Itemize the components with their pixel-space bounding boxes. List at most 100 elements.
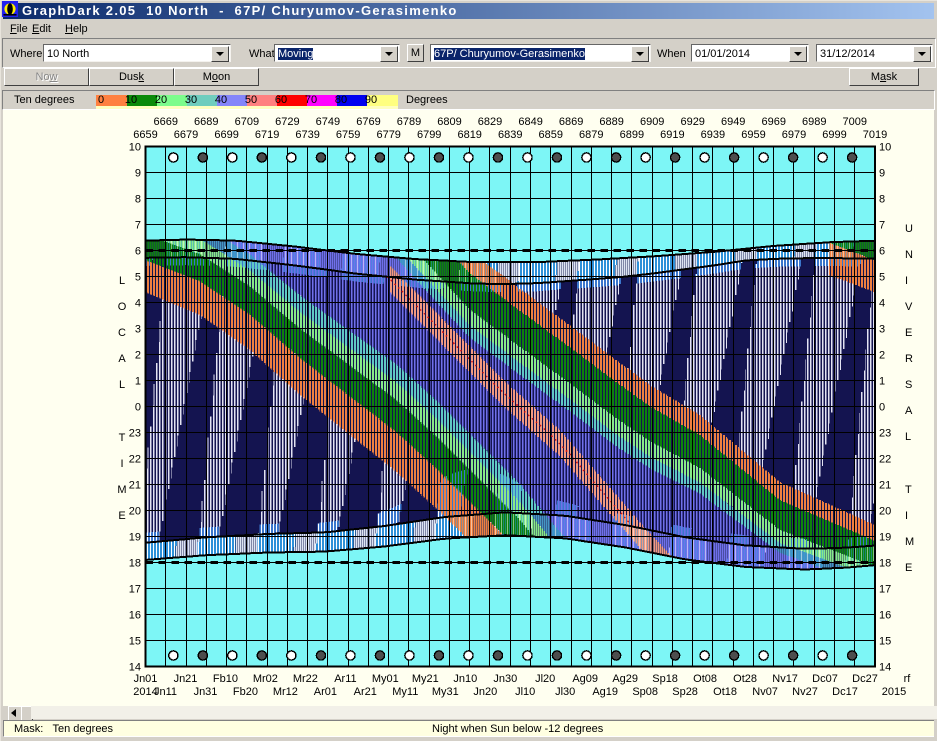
svg-text:M: M [905,536,914,548]
svg-text:23: 23 [129,428,141,440]
svg-text:6: 6 [879,246,885,258]
svg-text:17: 17 [129,584,141,596]
svg-text:Mr12: Mr12 [273,686,298,698]
svg-text:Jl10: Jl10 [515,686,535,698]
svg-text:6809: 6809 [437,116,461,128]
svg-text:Jn30: Jn30 [493,673,517,685]
svg-text:A: A [905,405,913,417]
svg-text:6989: 6989 [802,116,826,128]
svg-text:6679: 6679 [174,129,198,141]
svg-text:2: 2 [879,350,885,362]
svg-text:Fb20: Fb20 [233,686,258,698]
svg-text:6749: 6749 [316,116,340,128]
svg-text:6919: 6919 [660,129,684,141]
svg-text:8: 8 [135,194,141,206]
svg-text:3: 3 [135,324,141,336]
svg-text:10: 10 [129,142,141,154]
svg-text:2015: 2015 [882,686,906,698]
svg-text:Dc27: Dc27 [852,673,878,685]
svg-text:E: E [905,562,912,574]
svg-text:16: 16 [879,610,891,622]
svg-text:Jn01: Jn01 [134,673,158,685]
svg-text:Jn31: Jn31 [194,686,218,698]
svg-text:9: 9 [879,168,885,180]
svg-text:My31: My31 [432,686,459,698]
svg-text:6939: 6939 [701,129,725,141]
svg-text:4: 4 [879,298,885,310]
svg-text:6959: 6959 [741,129,765,141]
svg-text:7: 7 [135,220,141,232]
svg-text:Ag19: Ag19 [592,686,618,698]
svg-text:8: 8 [879,194,885,206]
svg-text:20: 20 [879,506,891,518]
svg-text:R: R [905,353,913,365]
svg-text:6839: 6839 [498,129,522,141]
svg-text:Jn11: Jn11 [154,686,177,698]
svg-text:6819: 6819 [457,129,481,141]
svg-text:Sp08: Sp08 [632,686,658,698]
svg-text:Ot28: Ot28 [733,673,757,685]
svg-text:U: U [905,223,913,235]
svg-text:My21: My21 [412,673,439,685]
svg-text:T: T [905,484,912,496]
svg-text:1: 1 [879,376,885,388]
svg-text:22: 22 [129,454,141,466]
svg-text:Ar21: Ar21 [354,686,377,698]
svg-text:9: 9 [135,168,141,180]
svg-text:22: 22 [879,454,891,466]
svg-text:21: 21 [879,480,891,492]
svg-text:3: 3 [879,324,885,336]
svg-text:Sp18: Sp18 [652,673,678,685]
svg-text:6899: 6899 [620,129,644,141]
svg-text:6779: 6779 [376,129,400,141]
svg-text:6719: 6719 [255,129,279,141]
svg-text:7009: 7009 [843,116,867,128]
svg-text:Ag09: Ag09 [572,673,598,685]
svg-text:6739: 6739 [295,129,319,141]
svg-text:V: V [905,301,913,313]
svg-text:6859: 6859 [539,129,563,141]
svg-text:O: O [118,301,127,313]
svg-text:19: 19 [879,532,891,544]
svg-text:Jn20: Jn20 [473,686,497,698]
svg-text:L: L [905,431,911,443]
svg-text:Nv27: Nv27 [792,686,818,698]
svg-text:10: 10 [879,142,891,154]
svg-text:1: 1 [135,376,141,388]
svg-text:16: 16 [129,610,141,622]
svg-text:7019: 7019 [863,129,887,141]
svg-text:6659: 6659 [133,129,157,141]
svg-text:Dc17: Dc17 [832,686,858,698]
svg-text:Ar01: Ar01 [314,686,337,698]
svg-text:18: 18 [129,558,141,570]
svg-text:21: 21 [129,480,141,492]
svg-text:17: 17 [879,584,891,596]
svg-text:6789: 6789 [397,116,421,128]
svg-text:5: 5 [135,272,141,284]
svg-text:4: 4 [135,298,141,310]
svg-text:Ot18: Ot18 [713,686,737,698]
svg-text:My11: My11 [392,686,418,698]
svg-text:6889: 6889 [599,116,623,128]
svg-text:6879: 6879 [579,129,603,141]
svg-text:2: 2 [135,350,141,362]
svg-text:Jn21: Jn21 [174,673,198,685]
svg-text:6759: 6759 [336,129,360,141]
svg-text:6929: 6929 [680,116,704,128]
svg-text:6669: 6669 [154,116,178,128]
svg-text:15: 15 [879,636,891,648]
svg-text:E: E [905,327,912,339]
svg-text:N: N [905,249,913,261]
svg-text:Ar11: Ar11 [334,673,356,685]
svg-text:I: I [905,510,908,522]
svg-text:Nv17: Nv17 [772,673,798,685]
svg-text:Jl30: Jl30 [555,686,575,698]
svg-text:Fb10: Fb10 [213,673,238,685]
svg-text:Ot08: Ot08 [693,673,717,685]
svg-text:C: C [118,327,126,339]
svg-text:19: 19 [129,532,141,544]
svg-text:6709: 6709 [235,116,259,128]
svg-text:E: E [118,510,125,522]
svg-text:M: M [117,484,126,496]
svg-text:15: 15 [129,636,141,648]
